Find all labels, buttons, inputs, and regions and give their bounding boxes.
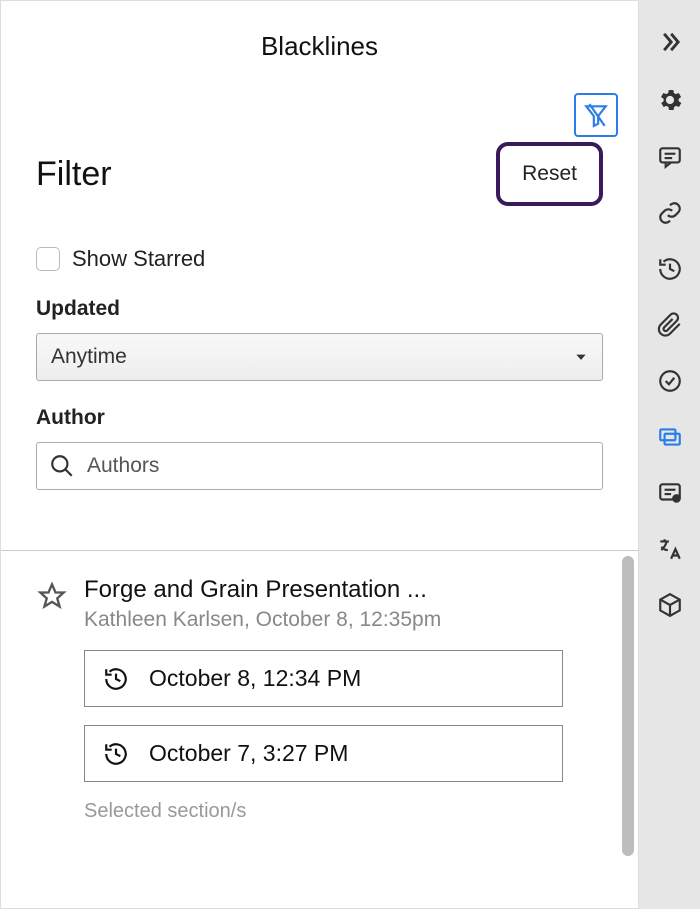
author-search[interactable] (36, 442, 603, 490)
reset-button[interactable]: Reset (496, 142, 603, 206)
updated-label: Updated (36, 297, 603, 321)
link-icon[interactable] (657, 200, 683, 226)
chevron-down-icon (574, 350, 588, 364)
check-circle-icon[interactable] (657, 368, 683, 394)
show-starred-checkbox[interactable] (36, 247, 60, 271)
revision-entry[interactable]: October 8, 12:34 PM (84, 650, 563, 707)
author-input[interactable] (87, 454, 590, 478)
right-toolbar (638, 0, 700, 909)
panel-title: Blacklines (1, 1, 638, 72)
blacklines-panel: Blacklines Filter Reset Show Starred Upd… (0, 0, 638, 909)
package-icon[interactable] (657, 592, 683, 618)
blacklines-icon[interactable] (657, 424, 683, 450)
history-icon (103, 741, 129, 767)
author-label: Author (36, 406, 603, 430)
star-icon[interactable] (36, 582, 68, 610)
results-list: Forge and Grain Presentation ... Kathlee… (1, 551, 638, 908)
filter-heading: Filter (36, 155, 112, 194)
search-icon (49, 453, 75, 479)
list-item[interactable]: Forge and Grain Presentation ... Kathlee… (36, 576, 603, 823)
updated-value: Anytime (51, 345, 127, 369)
updated-select[interactable]: Anytime (36, 333, 603, 381)
filter-icon (583, 102, 609, 128)
gear-icon[interactable] (656, 86, 684, 114)
filter-section: Filter Reset Show Starred Updated Anytim… (1, 72, 638, 520)
item-meta: Kathleen Karlsen, October 8, 12:35pm (84, 608, 603, 632)
translate-icon[interactable] (657, 536, 683, 562)
revision-time: October 8, 12:34 PM (149, 665, 361, 692)
expand-icon[interactable] (656, 28, 684, 56)
history-icon (103, 666, 129, 692)
item-title: Forge and Grain Presentation ... (84, 576, 603, 604)
selected-sections-label: Selected section/s (84, 800, 603, 823)
filter-toggle-button[interactable] (574, 93, 618, 137)
show-starred-label: Show Starred (72, 246, 205, 272)
comment-icon[interactable] (657, 144, 683, 170)
history-icon[interactable] (657, 256, 683, 282)
notes-icon[interactable] (657, 480, 683, 506)
attachment-icon[interactable] (657, 312, 683, 338)
scrollbar-thumb[interactable] (622, 556, 634, 856)
revision-time: October 7, 3:27 PM (149, 740, 348, 767)
revision-entry[interactable]: October 7, 3:27 PM (84, 725, 563, 782)
